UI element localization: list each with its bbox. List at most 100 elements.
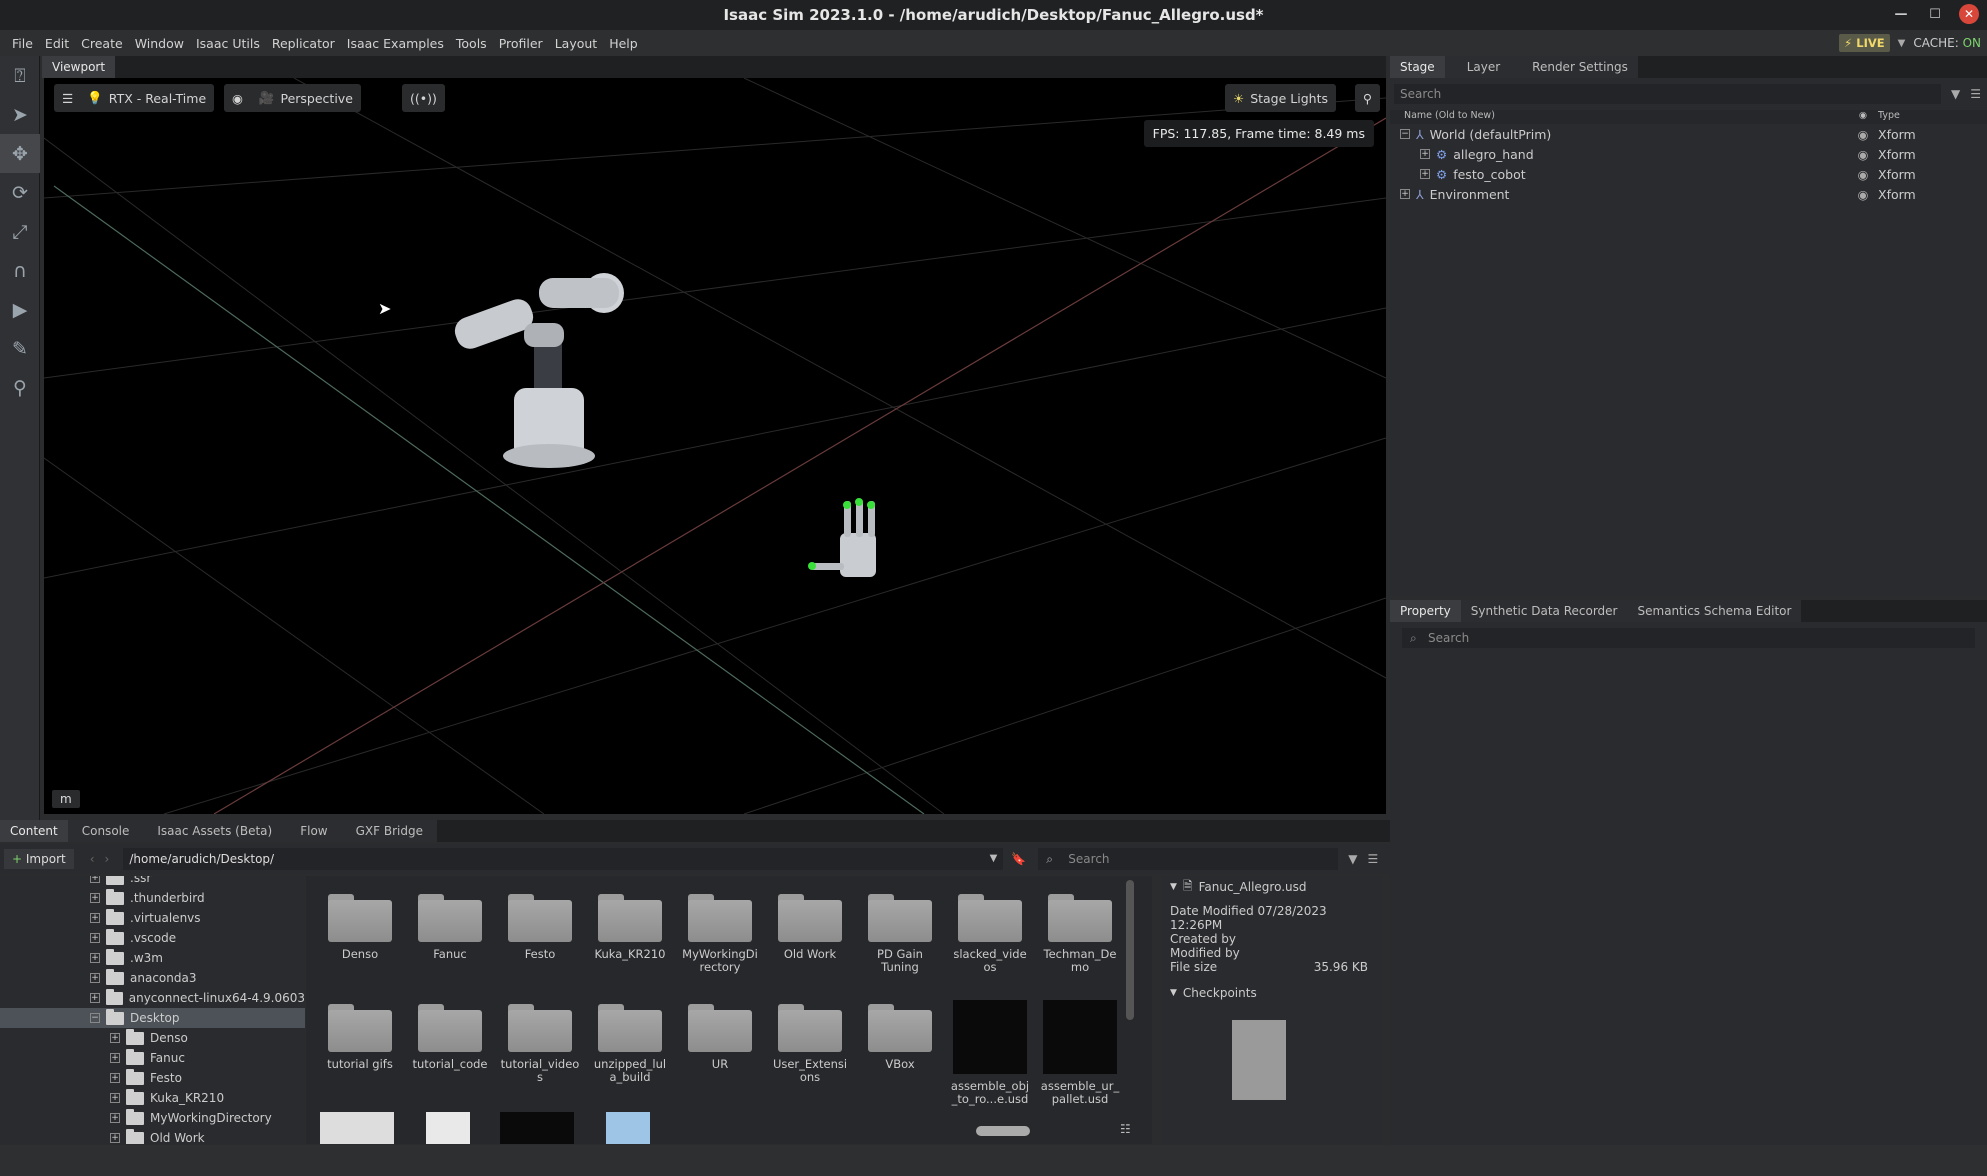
- move-icon[interactable]: ✥: [0, 134, 40, 173]
- tree-item[interactable]: + MyWorkingDirectory: [0, 1108, 305, 1128]
- menu-isaac-utils[interactable]: Isaac Utils: [190, 36, 266, 51]
- property-search-input[interactable]: ⌕ Search: [1402, 628, 1975, 648]
- grid-item[interactable]: MyWorkingDi rectory: [680, 892, 760, 974]
- filter-icon[interactable]: ▼: [1951, 87, 1960, 101]
- tab-content[interactable]: Content: [0, 820, 68, 842]
- tree-item[interactable]: + .ssr: [0, 876, 305, 888]
- tab-layer[interactable]: Layer: [1444, 56, 1523, 78]
- play-icon[interactable]: ▶: [0, 290, 40, 329]
- stage-lights-menu[interactable]: ☀ Stage Lights: [1224, 84, 1336, 112]
- tree-item[interactable]: + .thunderbird: [0, 888, 305, 908]
- menu-window[interactable]: Window: [129, 36, 190, 51]
- visibility-eye-icon[interactable]: ◉: [1848, 127, 1878, 142]
- chevron-down-icon[interactable]: ▼: [990, 848, 998, 870]
- menu-profiler[interactable]: Profiler: [493, 36, 549, 51]
- filter-icon[interactable]: ▼: [1348, 852, 1357, 866]
- tree-item[interactable]: + anyconnect-linux64-4.9.0603: [0, 988, 305, 1008]
- viewport-renderer-menu[interactable]: ☰ 💡 RTX - Real-Time: [54, 84, 215, 112]
- options-icon[interactable]: ☰: [1368, 852, 1379, 866]
- grid-item[interactable]: tutorial gifs: [320, 1002, 400, 1071]
- menu-isaac-examples[interactable]: Isaac Examples: [341, 36, 450, 51]
- location-pin-button[interactable]: ⚲: [1354, 84, 1380, 112]
- grid-item[interactable]: tutorial_video s: [500, 1002, 580, 1084]
- grid-item[interactable]: UR: [680, 1002, 760, 1071]
- file-thumbnail[interactable]: [320, 1112, 394, 1144]
- tab-render-settings[interactable]: Render Settings: [1522, 56, 1638, 78]
- tree-item[interactable]: + .virtualenvs: [0, 908, 305, 928]
- grid-scrollbar[interactable]: [1126, 880, 1134, 1020]
- expand-icon[interactable]: +: [90, 953, 100, 963]
- collapse-icon[interactable]: −: [1400, 129, 1410, 139]
- viewport-broadcast-button[interactable]: ((•)): [402, 84, 445, 112]
- expand-icon[interactable]: +: [1400, 189, 1410, 199]
- grid-item[interactable]: Old Work: [770, 892, 850, 961]
- list-view-icon[interactable]: ☷: [1120, 1122, 1131, 1136]
- tree-item[interactable]: + Fanuc: [0, 1048, 305, 1068]
- checkpoints-header[interactable]: ▼ Checkpoints: [1162, 982, 1382, 1004]
- path-field[interactable]: /home/arudich/Desktop/ ▼: [123, 848, 1004, 870]
- grid-item[interactable]: unzipped_lul a_build: [590, 1002, 670, 1084]
- paint-brush-icon[interactable]: ✎: [0, 329, 40, 368]
- grid-item[interactable]: Denso: [320, 892, 400, 961]
- archive-file-icon[interactable]: [606, 1112, 650, 1144]
- expand-icon[interactable]: +: [110, 1073, 120, 1083]
- forward-arrow-icon[interactable]: ›: [105, 852, 110, 866]
- expand-icon[interactable]: +: [110, 1113, 120, 1123]
- snap-magnet-icon[interactable]: ∩: [0, 251, 40, 290]
- rotate-icon[interactable]: ⟳: [0, 173, 40, 212]
- tab-stage[interactable]: Stage: [1390, 56, 1445, 78]
- maximize-icon[interactable]: ☐: [1925, 4, 1945, 24]
- menu-layout[interactable]: Layout: [549, 36, 604, 51]
- close-icon[interactable]: ✕: [1959, 4, 1979, 24]
- tree-item[interactable]: + Old Work: [0, 1128, 305, 1144]
- python-file-icon[interactable]: [426, 1112, 470, 1144]
- tree-item[interactable]: + anaconda3: [0, 968, 305, 988]
- grid-item[interactable]: Kuka_KR210: [590, 892, 670, 961]
- stage-search-input[interactable]: Search: [1394, 84, 1941, 104]
- expand-icon[interactable]: +: [1420, 169, 1430, 179]
- menu-create[interactable]: Create: [75, 36, 129, 51]
- expand-icon[interactable]: +: [90, 973, 100, 983]
- eye-icon[interactable]: ◉: [232, 91, 243, 106]
- tab-viewport[interactable]: Viewport: [42, 56, 116, 78]
- expand-icon[interactable]: +: [110, 1053, 120, 1063]
- chevron-down-icon[interactable]: ▼: [1170, 882, 1177, 892]
- menu-file[interactable]: File: [6, 36, 39, 51]
- grid-item[interactable]: Techman_De mo: [1040, 892, 1120, 974]
- expand-icon[interactable]: +: [90, 993, 100, 1003]
- stage-row-festo-cobot[interactable]: + ⚙ festo_cobot ◉ Xform: [1390, 164, 1987, 184]
- tree-item[interactable]: + Festo: [0, 1068, 305, 1088]
- tree-item[interactable]: + Kuka_KR210: [0, 1088, 305, 1108]
- visibility-eye-icon[interactable]: ◉: [1848, 167, 1878, 182]
- grid-item[interactable]: User_Extensi ons: [770, 1002, 850, 1084]
- expand-icon[interactable]: +: [1420, 149, 1430, 159]
- collapse-icon[interactable]: −: [90, 1013, 100, 1023]
- expand-icon[interactable]: +: [110, 1133, 120, 1143]
- grid-item[interactable]: VBox: [860, 1002, 940, 1071]
- viewport-camera-menu[interactable]: ◉ 🎥 Perspective: [224, 84, 361, 112]
- tab-gxf-bridge[interactable]: GXF Bridge: [341, 820, 437, 842]
- menu-edit[interactable]: Edit: [39, 36, 75, 51]
- expand-icon[interactable]: +: [110, 1033, 120, 1043]
- expand-icon[interactable]: +: [90, 913, 100, 923]
- select-arrow-icon[interactable]: ➤: [0, 95, 40, 134]
- tree-item-desktop[interactable]: − Desktop: [0, 1008, 305, 1028]
- expand-icon[interactable]: +: [90, 933, 100, 943]
- chevron-down-icon[interactable]: ▼: [1898, 38, 1906, 49]
- viewport[interactable]: ☰ 💡 RTX - Real-Time ◉ 🎥 Perspective ((•)…: [44, 78, 1386, 814]
- column-name-header[interactable]: Name (Old to New): [1390, 110, 1848, 124]
- visibility-header-icon[interactable]: ◉: [1848, 110, 1878, 124]
- grid-item[interactable]: Festo: [500, 892, 580, 961]
- grid-item[interactable]: tutorial_code: [410, 1002, 490, 1071]
- expand-icon[interactable]: +: [90, 893, 100, 903]
- expand-icon[interactable]: +: [90, 876, 100, 883]
- grid-item[interactable]: assemble_obj _to_ro...e.usd: [950, 1000, 1030, 1106]
- column-type-header[interactable]: Type: [1878, 110, 1900, 124]
- tab-isaac-assets[interactable]: Isaac Assets (Beta): [143, 820, 287, 842]
- tree-item[interactable]: + Denso: [0, 1028, 305, 1048]
- scale-icon[interactable]: ⤢: [0, 212, 40, 251]
- physics-icon[interactable]: ⚲: [0, 368, 40, 407]
- options-icon[interactable]: ☰: [1970, 87, 1981, 101]
- grid-item[interactable]: slacked_vide os: [950, 892, 1030, 974]
- menu-tools[interactable]: Tools: [450, 36, 493, 51]
